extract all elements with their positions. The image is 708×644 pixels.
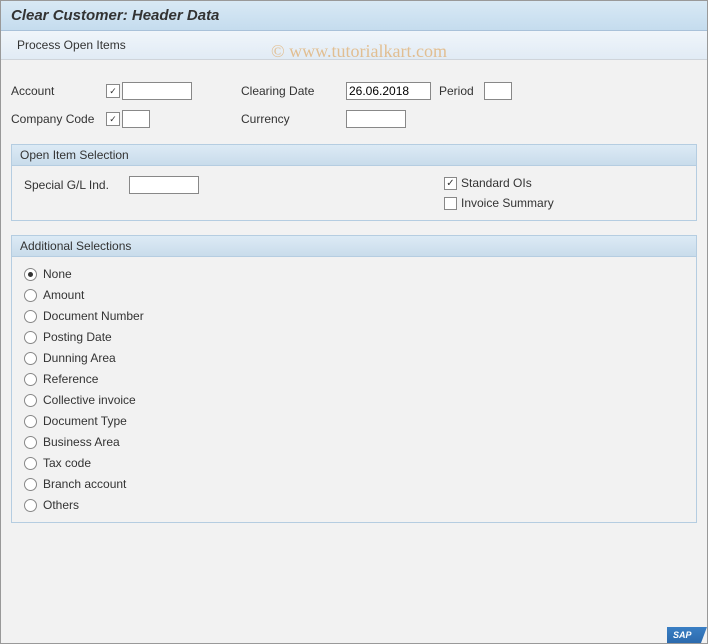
sap-logo: SAP — [667, 627, 707, 643]
open-item-selection-group: Open Item Selection Special G/L Ind. ✓ S… — [11, 144, 697, 221]
process-open-items-button[interactable]: Process Open Items — [11, 35, 132, 55]
standard-ois-row: ✓ Standard OIs — [444, 176, 554, 190]
radio-item: Document Number — [24, 309, 684, 323]
radio-item: Others — [24, 498, 684, 512]
radio-button[interactable] — [24, 310, 37, 323]
radio-label: Reference — [43, 372, 98, 386]
radio-label: Business Area — [43, 435, 120, 449]
radio-button[interactable] — [24, 352, 37, 365]
radio-button[interactable] — [24, 478, 37, 491]
radio-label: Document Type — [43, 414, 127, 428]
radio-button[interactable] — [24, 436, 37, 449]
currency-label: Currency — [241, 112, 346, 126]
radio-label: Tax code — [43, 456, 91, 470]
radio-label: Document Number — [43, 309, 144, 323]
radio-button[interactable] — [24, 289, 37, 302]
radio-list: None Amount Document Number Posting Date Dun… — [24, 267, 684, 512]
additional-selections-group: Additional Selections None Amount Document… — [11, 235, 697, 523]
radio-item: Collective invoice — [24, 393, 684, 407]
invoice-summary-row: Invoice Summary — [444, 196, 554, 210]
radio-button[interactable] — [24, 415, 37, 428]
radio-button[interactable] — [24, 331, 37, 344]
radio-label: Collective invoice — [43, 393, 136, 407]
open-item-selection-title: Open Item Selection — [12, 145, 696, 166]
required-icon: ✓ — [106, 112, 120, 126]
radio-label: Posting Date — [43, 330, 112, 344]
radio-button[interactable] — [24, 394, 37, 407]
radio-item: Tax code — [24, 456, 684, 470]
invoice-summary-checkbox[interactable] — [444, 197, 457, 210]
currency-input[interactable] — [346, 110, 406, 128]
additional-selections-title: Additional Selections — [12, 236, 696, 257]
radio-label: Others — [43, 498, 79, 512]
clearing-date-label: Clearing Date — [241, 84, 346, 98]
required-icon: ✓ — [106, 84, 120, 98]
standard-ois-checkbox[interactable]: ✓ — [444, 177, 457, 190]
content-area: Account ✓ Clearing Date Period Company C… — [1, 60, 707, 533]
clearing-date-input[interactable] — [346, 82, 431, 100]
account-label: Account — [11, 84, 106, 98]
radio-item: Document Type — [24, 414, 684, 428]
toolbar: Process Open Items — [1, 31, 707, 60]
period-input[interactable] — [484, 82, 512, 100]
radio-item: Business Area — [24, 435, 684, 449]
special-gl-label: Special G/L Ind. — [24, 178, 129, 192]
radio-button[interactable] — [24, 373, 37, 386]
special-gl-input[interactable] — [129, 176, 199, 194]
radio-label: Dunning Area — [43, 351, 116, 365]
company-code-label: Company Code — [11, 112, 106, 126]
radio-item: Dunning Area — [24, 351, 684, 365]
radio-label: None — [43, 267, 72, 281]
radio-button[interactable] — [24, 499, 37, 512]
account-input[interactable] — [122, 82, 192, 100]
radio-item: Amount — [24, 288, 684, 302]
page-title: Clear Customer: Header Data — [1, 1, 707, 31]
company-code-input[interactable] — [122, 110, 150, 128]
radio-item: Branch account — [24, 477, 684, 491]
radio-item: Reference — [24, 372, 684, 386]
radio-button[interactable] — [24, 268, 37, 281]
radio-item: None — [24, 267, 684, 281]
radio-label: Amount — [43, 288, 84, 302]
radio-label: Branch account — [43, 477, 126, 491]
standard-ois-label: Standard OIs — [461, 176, 532, 190]
invoice-summary-label: Invoice Summary — [461, 196, 554, 210]
row-account: Account ✓ Clearing Date Period — [11, 80, 697, 102]
radio-button[interactable] — [24, 457, 37, 470]
row-company-code: Company Code ✓ Currency — [11, 108, 697, 130]
period-label: Period — [439, 84, 474, 98]
radio-item: Posting Date — [24, 330, 684, 344]
